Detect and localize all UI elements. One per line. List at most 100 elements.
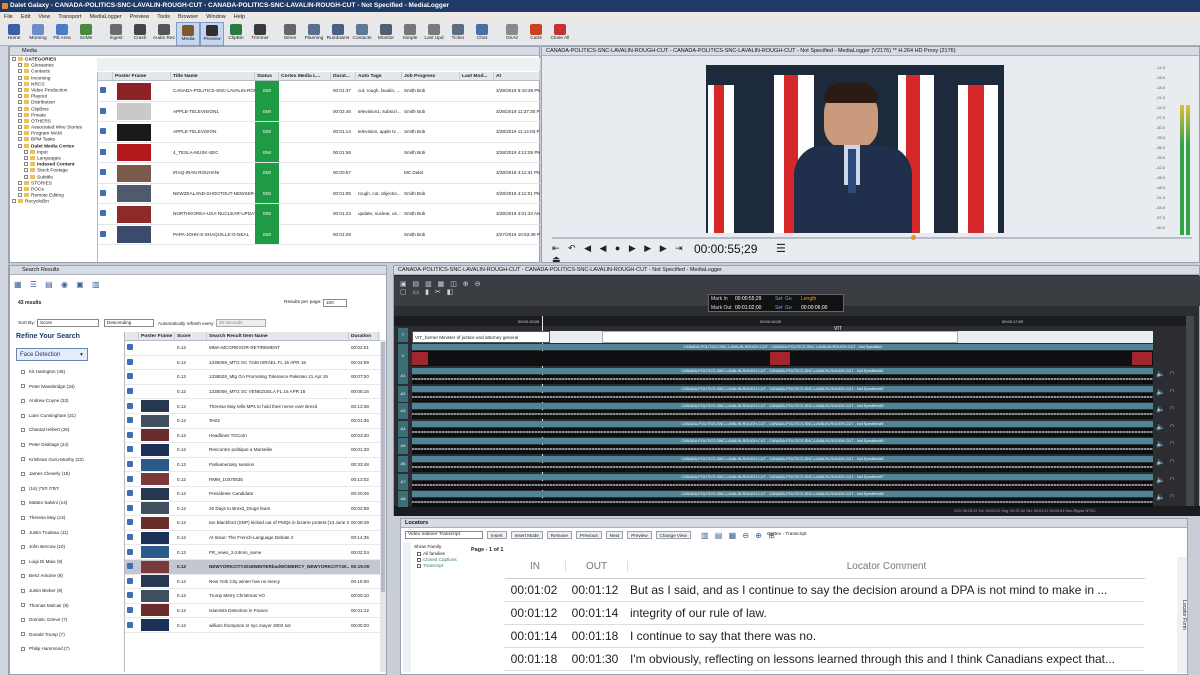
playhead-marker[interactable] bbox=[911, 235, 916, 240]
expand-icon[interactable] bbox=[18, 131, 22, 136]
search-result-row[interactable]: 0.12 Headlines TGCom 00:03:40 bbox=[125, 429, 380, 444]
checkbox[interactable] bbox=[21, 574, 25, 579]
facet-option[interactable]: Andrew Coyne (32) bbox=[16, 394, 124, 409]
timeline-scrollbar[interactable] bbox=[1186, 316, 1194, 506]
expand-icon[interactable] bbox=[18, 87, 22, 92]
column-header[interactable]: Durat... bbox=[331, 72, 356, 80]
menu-item[interactable]: File bbox=[4, 14, 13, 20]
search-toolbar-icons[interactable]: ▦ ☰ ▤ ◉ ▣ ▥ bbox=[14, 280, 104, 290]
planning-button[interactable]: Planning bbox=[302, 22, 326, 46]
speaker-icon[interactable]: 🔈 bbox=[1156, 423, 1168, 431]
audio-clip[interactable]: CANADA-POLITICS-SNC-LAVALIN-ROUGH-CUT - … bbox=[412, 438, 1153, 445]
checkbox[interactable] bbox=[21, 486, 25, 491]
locator-change-view-button[interactable]: Change View bbox=[655, 531, 691, 539]
column-header[interactable] bbox=[125, 332, 139, 340]
checkbox[interactable] bbox=[21, 413, 25, 418]
title-clip-empty[interactable] bbox=[602, 331, 958, 343]
headphones-icon[interactable]: ∩ bbox=[1170, 405, 1174, 411]
trimmer-button[interactable]: Trimmer bbox=[248, 22, 272, 46]
results-per-page-select[interactable]: 100 bbox=[323, 299, 347, 307]
rundowns-button[interactable]: Rundowns bbox=[326, 22, 350, 46]
checkbox[interactable] bbox=[21, 384, 25, 389]
expand-icon[interactable] bbox=[18, 137, 22, 142]
column-header[interactable]: Duration bbox=[349, 332, 379, 340]
video-frame[interactable] bbox=[706, 65, 1004, 233]
results-scrollbar[interactable] bbox=[380, 340, 386, 672]
search-result-row[interactable]: 0.12 NEWYORKCITY2018WINTERbadWOMERCY_NEWY… bbox=[125, 559, 380, 575]
expand-icon[interactable] bbox=[18, 180, 22, 185]
media-row[interactable]: NORTHKOREA-USA-NUCLEAR-UPDATE EMI 00:01:22… bbox=[98, 203, 540, 225]
expand-icon[interactable] bbox=[12, 199, 16, 204]
audio-waveform[interactable] bbox=[412, 463, 1153, 472]
search-result-row[interactable]: 0.12 1335006_MTG SC VENEZUELA FL 15 APR 1… bbox=[125, 385, 380, 400]
mark-in-go[interactable]: Go bbox=[785, 296, 792, 302]
search-result-row[interactable]: 0.12 Theresa May tells MPs to hold their … bbox=[125, 399, 380, 414]
checkbox[interactable] bbox=[21, 530, 25, 535]
locator-preview-button[interactable]: Preview bbox=[627, 531, 652, 539]
column-header[interactable]: At bbox=[494, 72, 540, 80]
speaker-icon[interactable]: 🔈 bbox=[1156, 440, 1168, 448]
expand-icon[interactable] bbox=[24, 174, 28, 179]
auto-refresh-select[interactable]: 30 seconds bbox=[216, 319, 266, 327]
facet-option[interactable]: Theresa May (13) bbox=[16, 511, 124, 526]
locator-row[interactable]: 00:01:18 00:01:30 I'm obviously, reflectin… bbox=[504, 648, 1144, 671]
locator-form-tab[interactable]: Locator Form bbox=[1177, 557, 1187, 673]
audio-waveform[interactable] bbox=[412, 427, 1153, 437]
video-track[interactable] bbox=[412, 351, 1153, 366]
morning-button[interactable]: Morning bbox=[26, 22, 50, 46]
facet-option[interactable]: John Bercow (10) bbox=[16, 540, 124, 555]
expand-icon[interactable] bbox=[18, 94, 22, 99]
column-header[interactable]: Status bbox=[255, 72, 279, 80]
media-row[interactable]: CANADA-POLITICS-SNC-LAVALIN-ROUGH-...EMI… bbox=[98, 80, 540, 102]
audio-waveform[interactable] bbox=[412, 375, 1153, 384]
logger-tool-icons[interactable]: ▣ ▤ ▥ ▦ ◫ ⊕ ⊖ ▢ ▭ ▮ ✂ ◧ bbox=[400, 280, 490, 300]
audio-waveform[interactable] bbox=[412, 392, 1153, 402]
audio-clip[interactable]: CANADA-POLITICS-SNC-LAVALIN-ROUGH-CUT - … bbox=[412, 385, 1153, 392]
facet-option[interactable]: Peter Dinklage (24) bbox=[16, 438, 124, 453]
checkbox[interactable] bbox=[21, 603, 25, 608]
menu-item[interactable]: View bbox=[38, 14, 50, 20]
search-result-row[interactable]: 0.12 25 Days to Brexit_Drugs fears 00:02:5… bbox=[125, 502, 380, 517]
search-result-row[interactable]: 0.12 RMM_10370535 00:13:02 bbox=[125, 472, 380, 487]
column-header[interactable]: Score bbox=[175, 332, 207, 340]
media-row[interactable]: PAPA-JOHN-S-SHAQUILLE-O-NEAL EMI 00:01:28 S… bbox=[98, 224, 540, 245]
menu-item[interactable]: Edit bbox=[21, 14, 30, 20]
order-select[interactable]: Descending bbox=[104, 319, 154, 327]
audio-clip[interactable]: CANADA-POLITICS-SNC-LAVALIN-ROUGH-CUT - … bbox=[412, 403, 1153, 410]
expand-icon[interactable] bbox=[18, 69, 22, 74]
locator-row[interactable]: 00:01:14 00:01:18 I continue to say that t… bbox=[504, 625, 1144, 648]
scrub-bar[interactable] bbox=[552, 237, 1192, 239]
audio-clip[interactable]: CANADA-POLITICS-SNC-LAVALIN-ROUGH-CUT - … bbox=[412, 473, 1153, 480]
mark-out-set[interactable]: Set bbox=[775, 305, 783, 311]
checkbox[interactable] bbox=[21, 632, 25, 637]
facet-option[interactable]: Krishnan Guru-Murthy (22) bbox=[16, 453, 124, 468]
ingest-button[interactable]: Ingest bbox=[104, 22, 128, 46]
facet-option[interactable]: Luigi Di Maio (9) bbox=[16, 555, 124, 570]
home-button[interactable]: Home bbox=[2, 22, 26, 46]
column-header[interactable]: Title Name bbox=[171, 72, 255, 80]
locator-next-button[interactable]: Next bbox=[605, 531, 624, 539]
audio-clip[interactable]: CANADA-POLITICS-SNC-LAVALIN-ROUGH-CUT - … bbox=[412, 368, 1153, 374]
checkbox[interactable] bbox=[21, 544, 25, 549]
expand-icon[interactable] bbox=[24, 149, 28, 154]
wires-button[interactable]: Wires bbox=[278, 22, 302, 46]
video-clip-name[interactable]: CANADA-POLITICS-SNC-LAVALIN-ROUGH-CUT - … bbox=[412, 344, 1153, 350]
expand-icon[interactable] bbox=[24, 156, 28, 160]
audio-waveform[interactable] bbox=[412, 445, 1153, 455]
audio-waveform[interactable] bbox=[412, 498, 1153, 508]
media-row[interactable]: IRAQ-IRAN-ROUHANI EMI 00:00:57 MC Dalet 3/28… bbox=[98, 162, 540, 184]
checkbox[interactable] bbox=[21, 588, 25, 593]
checkbox[interactable] bbox=[21, 515, 25, 520]
chat-button[interactable]: Chat bbox=[470, 22, 494, 46]
column-header[interactable]: Auto Tags bbox=[356, 72, 402, 80]
some-button[interactable]: SoMe bbox=[74, 22, 98, 46]
facet-option[interactable]: Donald Trump (7) bbox=[16, 628, 124, 643]
carts-button[interactable]: Carts bbox=[524, 22, 548, 46]
search-result-row[interactable]: 0.12 1338528_Mtg GA Promoting Tolerance P… bbox=[125, 370, 380, 385]
column-header[interactable]: Last Mod... bbox=[460, 72, 494, 80]
facet-option[interactable]: Kit Harington (46) bbox=[16, 365, 124, 380]
locator-mode-select[interactable]: Video Indexer Transcript bbox=[405, 531, 483, 539]
scrollbar-thumb[interactable] bbox=[381, 342, 385, 592]
checkbox[interactable] bbox=[21, 398, 25, 403]
search-result-row[interactable]: 0.12 Trump Merry Christmas VO 00:00:10 bbox=[125, 589, 380, 604]
